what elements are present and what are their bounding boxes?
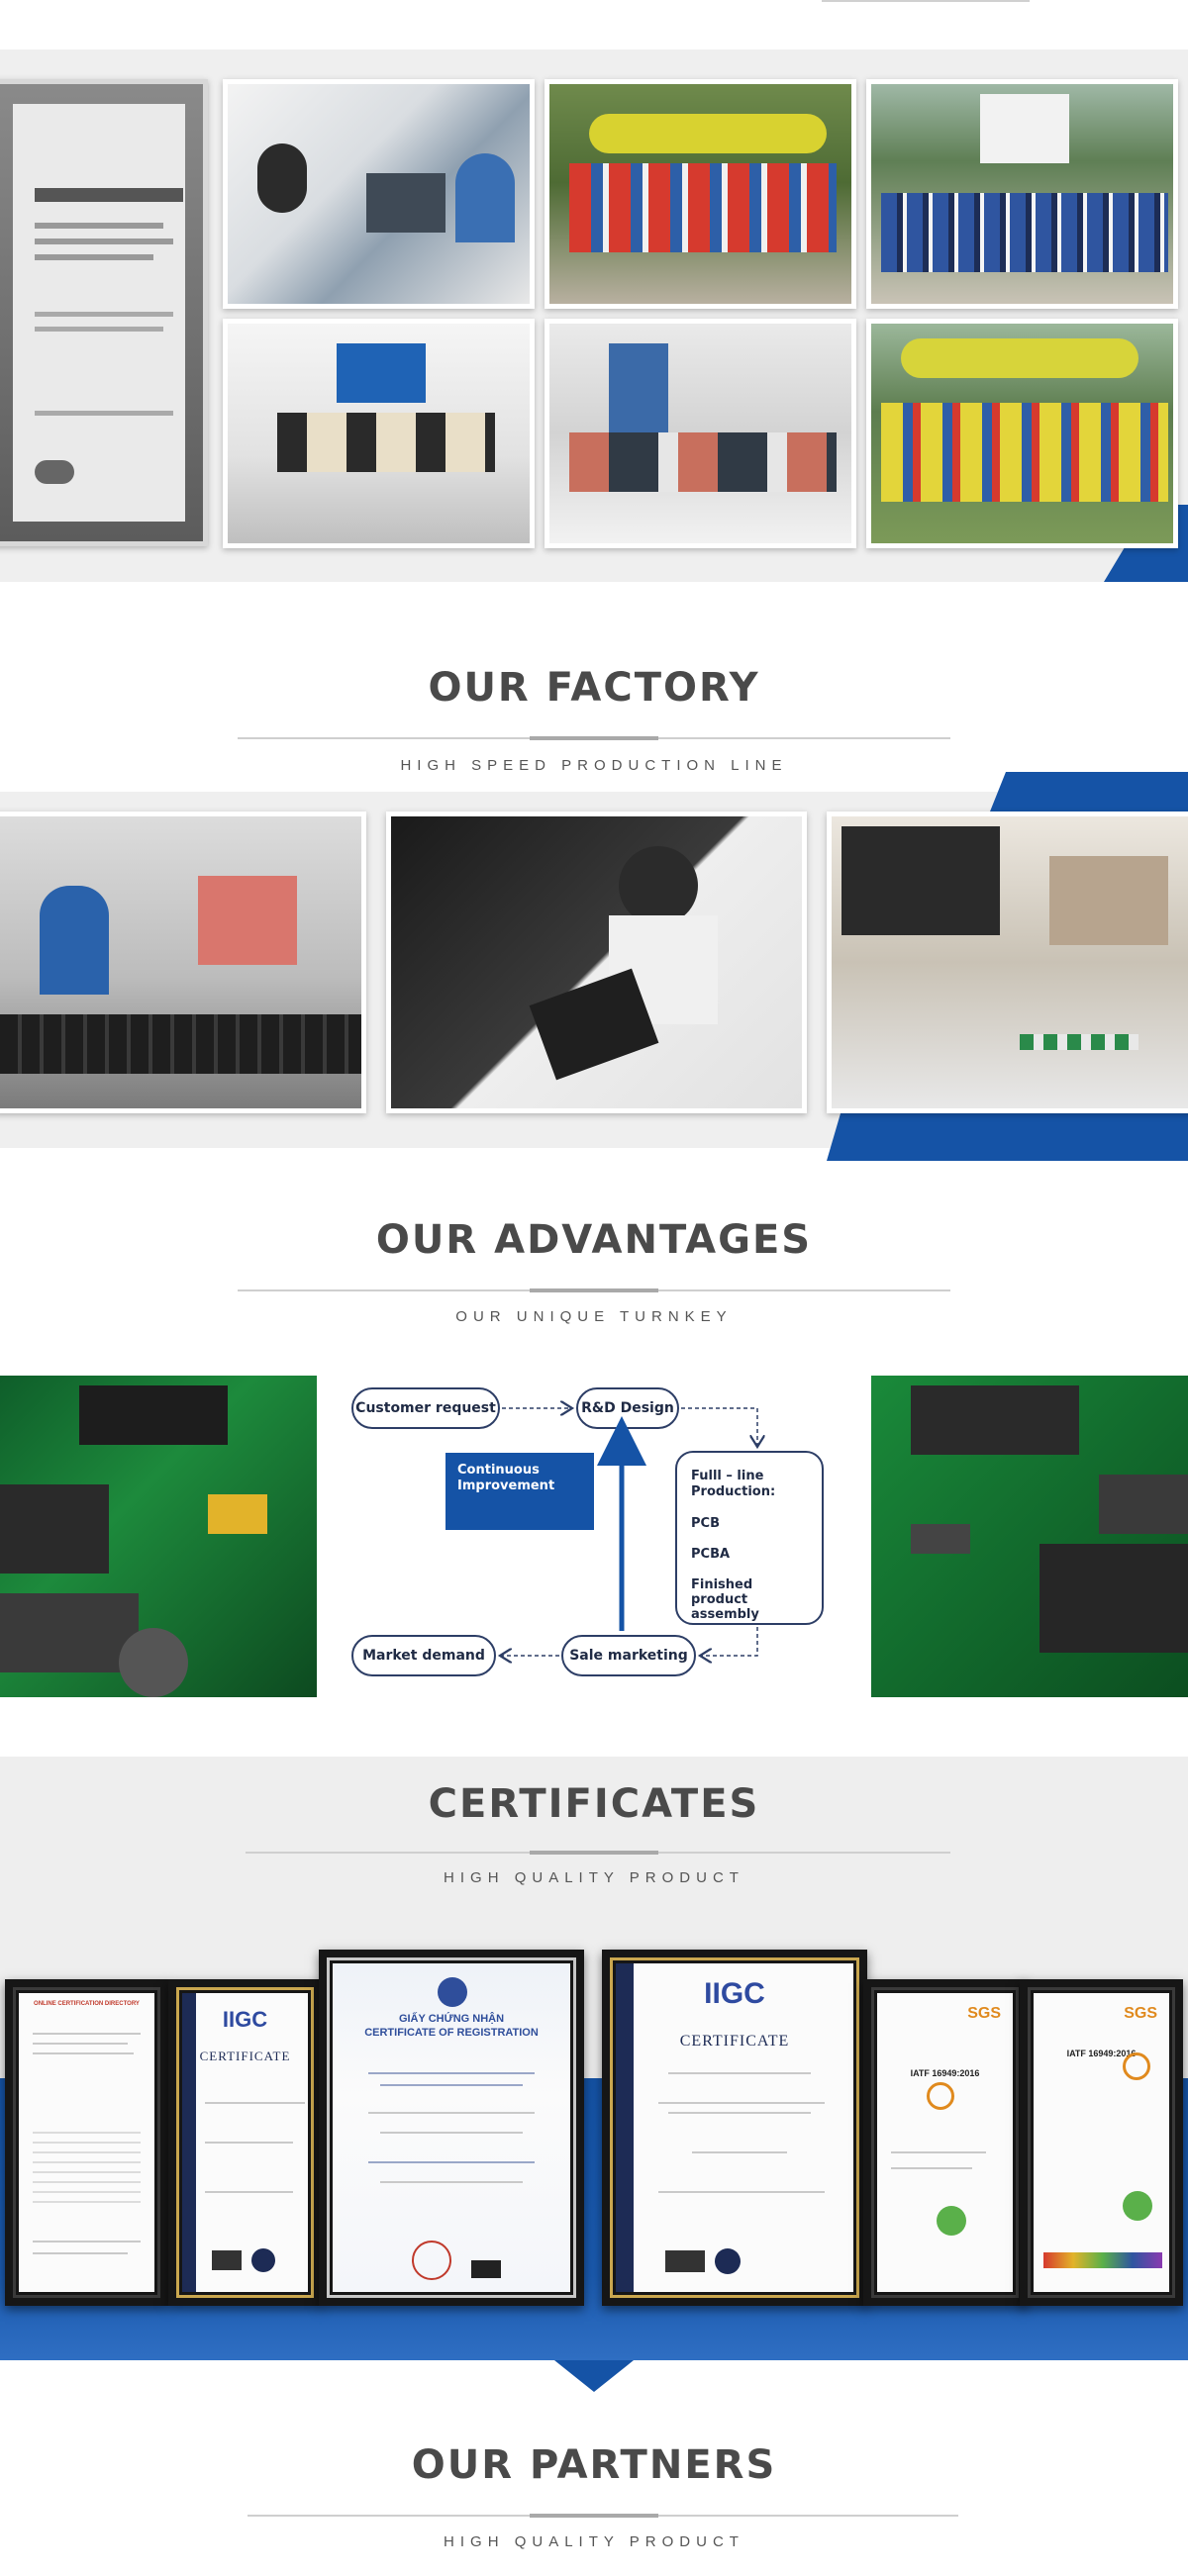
cert-3-subtitle: CERTIFICATE OF REGISTRATION <box>364 2027 539 2039</box>
certificates-title: CERTIFICATES <box>428 1781 760 1827</box>
photo-certificate-frame <box>0 79 208 546</box>
photo-team-yellow <box>866 319 1178 548</box>
certificate-registration: GIẤY CHỨNG NHẬN CERTIFICATE OF REGISTRAT… <box>319 1950 584 2306</box>
certificate-iigc-2: IIGC CERTIFICATE <box>602 1950 867 2306</box>
photo-trade-booth <box>223 319 535 548</box>
cert-4-subtitle: CERTIFICATE <box>679 2033 790 2050</box>
advantages-rule-accent <box>530 1288 658 1292</box>
certificate-iigc-1: IIGC CERTIFICATE <box>168 1979 322 2306</box>
advantages-subtitle: OUR UNIQUE TURNKEY <box>455 1308 733 1325</box>
factory-photo-cnc <box>0 811 366 1113</box>
certificate-online-directory: ONLINE CERTIFICATION DIRECTORY <box>5 1979 168 2306</box>
cert-2-subtitle: CERTIFICATE <box>199 2049 291 2063</box>
cert-5-heading: SGS <box>967 2005 1001 2022</box>
factory-blue-accent-top <box>990 772 1188 811</box>
cert-2-heading: IIGC <box>222 2007 268 2032</box>
certificates-pointer <box>554 2360 634 2392</box>
factory-title: OUR FACTORY <box>428 665 760 711</box>
partners-title: OUR PARTNERS <box>411 2442 777 2488</box>
certificate-sgs-2: SGS IATF 16949:2016 <box>1020 1979 1183 2306</box>
turnkey-flow-diagram: Customer request R&D Design Continuous I… <box>317 1376 871 1697</box>
partners-rule-accent <box>530 2514 658 2518</box>
cert-6-heading: SGS <box>1124 2005 1157 2022</box>
factory-subtitle: HIGH SPEED PRODUCTION LINE <box>400 757 788 774</box>
cert-6-subtitle: IATF 16949:2016 <box>1066 2049 1137 2058</box>
certificate-sgs-1: SGS IATF 16949:2016 <box>863 1979 1027 2306</box>
photo-office-workers <box>223 79 535 309</box>
photo-booth-meeting <box>544 319 856 548</box>
top-divider-line <box>822 0 1030 2</box>
pcb-image-left <box>0 1376 317 1697</box>
flow-arrows <box>317 1376 871 1697</box>
partners-subtitle: HIGH QUALITY PRODUCT <box>444 2533 744 2550</box>
factory-photo-laser <box>386 811 807 1113</box>
pcb-image-right <box>871 1376 1188 1697</box>
cert-3-heading: GIẤY CHỨNG NHẬN <box>398 2013 505 2025</box>
cert-5-subtitle: IATF 16949:2016 <box>910 2068 980 2078</box>
certificates-subtitle: HIGH QUALITY PRODUCT <box>444 1869 744 1886</box>
advantages-title: OUR ADVANTAGES <box>375 1217 813 1263</box>
photo-team-blue <box>866 79 1178 309</box>
factory-rule-accent <box>530 736 658 740</box>
certificates-rule-accent <box>530 1851 658 1855</box>
factory-photo-press <box>827 811 1188 1113</box>
photo-team-red <box>544 79 856 309</box>
factory-blue-accent-bottom <box>827 1111 1188 1161</box>
cert-1-heading: ONLINE CERTIFICATION DIRECTORY <box>34 2001 140 2007</box>
cert-4-heading: IIGC <box>704 1977 765 2010</box>
